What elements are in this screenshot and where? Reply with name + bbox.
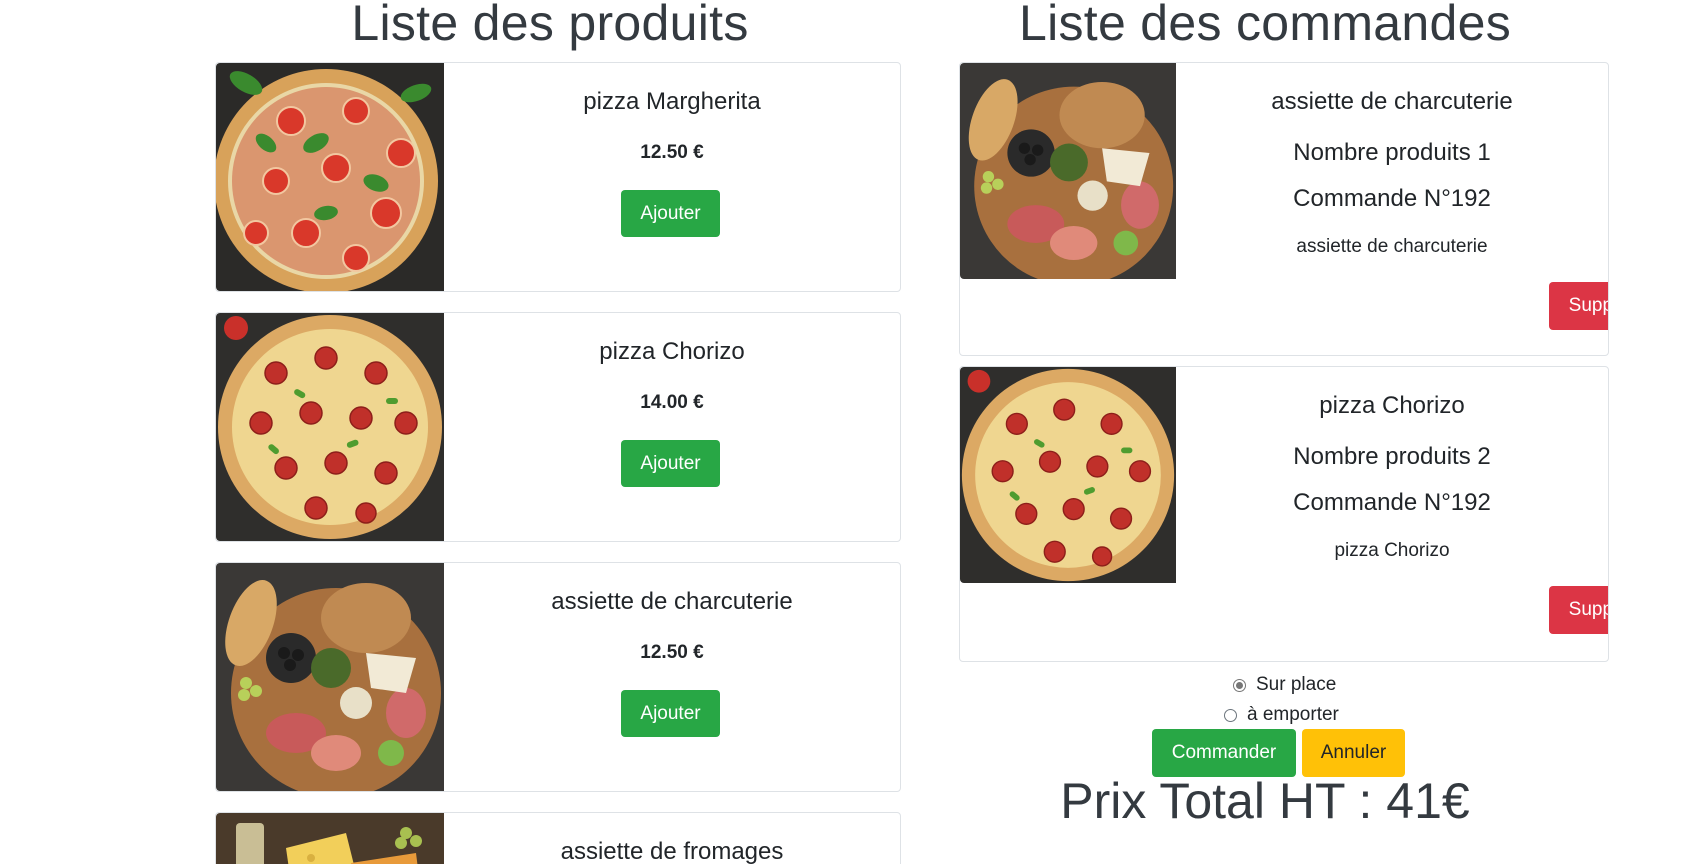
- product-name: pizza Chorizo: [599, 338, 745, 365]
- order-button[interactable]: Commander: [1152, 729, 1296, 777]
- option-label: à emporter: [1247, 704, 1339, 725]
- product-card: assiette de fromages: [215, 812, 901, 864]
- order-number: Commande N°192: [1293, 185, 1491, 212]
- order-product-count: Nombre produits 2: [1293, 443, 1491, 470]
- order-number: Commande N°192: [1293, 489, 1491, 516]
- product-card-body: assiette de fromages: [444, 813, 900, 864]
- order-product-count: Nombre produits 1: [1293, 139, 1491, 166]
- order-card-body: assiette de charcuterie Nombre produits …: [1176, 63, 1608, 355]
- product-name: pizza Margherita: [583, 88, 761, 115]
- product-card: pizza Margherita 12.50 € Ajouter: [215, 62, 901, 292]
- delete-button[interactable]: Supprimer: [1549, 282, 1608, 330]
- cheese-board-image: [216, 813, 444, 864]
- order-description: assiette de charcuterie: [1296, 236, 1488, 257]
- product-name: assiette de charcuterie: [551, 588, 793, 615]
- product-card-body: assiette de charcuterie 12.50 € Ajouter: [444, 563, 900, 791]
- products-title: Liste des produits: [351, 0, 749, 51]
- orders-title: Liste des commandes: [1018, 0, 1512, 51]
- product-price: 14.00 €: [640, 392, 704, 413]
- order-description: pizza Chorizo: [1334, 540, 1450, 561]
- add-button[interactable]: Ajouter: [621, 190, 720, 237]
- product-name: assiette de fromages: [560, 838, 784, 864]
- order-product-name: pizza Chorizo: [1319, 392, 1465, 419]
- add-button[interactable]: Ajouter: [621, 690, 720, 737]
- cancel-button[interactable]: Annuler: [1302, 729, 1405, 777]
- radio-a-emporter[interactable]: [1224, 708, 1237, 722]
- order-card: assiette de charcuterie Nombre produits …: [959, 62, 1609, 356]
- product-price: 12.50 €: [640, 642, 704, 663]
- order-product-name: assiette de charcuterie: [1271, 88, 1513, 115]
- option-a-emporter[interactable]: à emporter: [1224, 704, 1339, 726]
- pizza-margherita-image: [216, 63, 444, 291]
- order-card: pizza Chorizo Nombre produits 2 Commande…: [959, 366, 1609, 662]
- add-button[interactable]: Ajouter: [621, 440, 720, 487]
- pizza-chorizo-image: [216, 313, 444, 541]
- total-price: Prix Total HT : 41€: [1060, 773, 1470, 829]
- product-card-body: pizza Chorizo 14.00 € Ajouter: [444, 313, 900, 541]
- option-label: Sur place: [1256, 674, 1337, 695]
- option-sur-place[interactable]: Sur place: [1233, 674, 1336, 696]
- radio-sur-place[interactable]: [1233, 678, 1246, 692]
- product-card: assiette de charcuterie 12.50 € Ajouter: [215, 562, 901, 792]
- pizza-chorizo-image: [960, 367, 1176, 583]
- product-card: pizza Chorizo 14.00 € Ajouter: [215, 312, 901, 542]
- page: Liste des produits Liste des commandes p…: [0, 0, 1693, 864]
- charcuterie-board-image: [960, 63, 1176, 279]
- delete-button[interactable]: Supprimer: [1549, 586, 1608, 634]
- order-card-body: pizza Chorizo Nombre produits 2 Commande…: [1176, 367, 1608, 661]
- charcuterie-board-image: [216, 563, 444, 791]
- product-card-body: pizza Margherita 12.50 € Ajouter: [444, 63, 900, 291]
- product-price: 12.50 €: [640, 142, 704, 163]
